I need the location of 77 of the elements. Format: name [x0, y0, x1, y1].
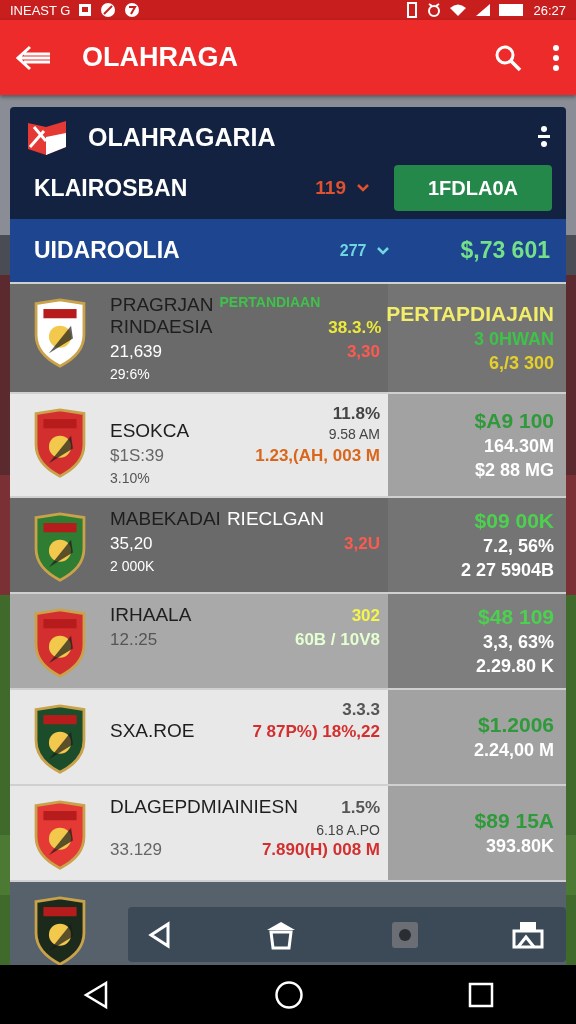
stat-text: 6.18 A.PO: [316, 821, 380, 838]
search-icon[interactable]: [494, 43, 522, 72]
stat-value: 302: [351, 605, 380, 626]
stat-value: 1.23,(AH, 003 M: [255, 445, 380, 466]
stat-text: 2 000K: [110, 557, 155, 574]
team-row[interactable]: SXA.ROE 3.3.3 7 87P%) 18%,22 $1.2006 2.24,00 M: [10, 687, 566, 784]
camera-icon[interactable]: [390, 920, 419, 949]
options-icon[interactable]: [538, 125, 550, 149]
amount-text: $,73 601: [460, 237, 550, 264]
back-icon[interactable]: [148, 920, 172, 949]
section-label: UIDAROOLIA: [34, 237, 181, 264]
back-arrow-icon[interactable]: [16, 44, 52, 71]
stat-text: 33.129: [110, 839, 162, 860]
value-text: 6,/3 300: [488, 352, 554, 374]
card-title: OLAHRAGARIA: [88, 122, 277, 152]
alarm-icon: [427, 2, 442, 18]
count-text: 277: [339, 241, 367, 260]
wifi-icon: [449, 3, 468, 17]
value-text: $2 88 MG: [474, 459, 554, 481]
carrier-text: INEAST G: [10, 2, 71, 18]
team-name: PRAGRJAN RINDAESIA: [110, 294, 214, 338]
stat-value: 3,30: [346, 341, 380, 362]
signal-icon: [475, 3, 492, 17]
stat-value: 1.5%: [341, 797, 380, 818]
value-text: 393.80K: [485, 835, 554, 857]
section-label: KLAIROSBAN: [34, 174, 189, 202]
recents-icon[interactable]: [468, 981, 494, 1008]
stat-value: 38.3.%: [328, 317, 382, 338]
value-text: 2.24,00 M: [473, 739, 554, 761]
home-icon[interactable]: [274, 979, 304, 1010]
value-text: $48 109: [478, 604, 554, 629]
team-name: MABEKADAI: [110, 507, 221, 530]
stat-value: 3.3.3: [342, 699, 380, 720]
team-row[interactable]: DLAGEPDMIAINIESN 1.5% 33.129 6.18 A.PO 7.890(H) 008 M $89 15A 393.80K: [10, 783, 566, 880]
value-text: $09 00K: [474, 508, 554, 533]
value-text: PERTAPDIAJAIN: [386, 301, 554, 326]
stat-text: $1S:39: [110, 445, 164, 466]
value-text: 3 0HWAN: [474, 328, 554, 350]
stat-value: 11.8%: [332, 403, 380, 424]
stat-value: 3,2U: [344, 533, 380, 554]
value-text: 2 27 5904B: [460, 559, 554, 581]
more-menu-icon[interactable]: [552, 43, 560, 72]
count-text: 119: [315, 177, 346, 199]
action-button[interactable]: 1FDLA0A: [394, 165, 552, 211]
notification-icon: [78, 3, 93, 17]
team-name: SXA.ROE: [110, 719, 195, 742]
caret-icon[interactable]: [376, 245, 391, 256]
stat-text: 9.58 AM: [328, 425, 380, 442]
team-name: DLAGEPDMIAINIESN: [110, 795, 298, 818]
value-text: $1.2006: [478, 712, 554, 737]
clock-text: 26:27: [533, 2, 566, 18]
stat-value: 60B / 10V8: [294, 629, 380, 650]
value-text: 7.2, 56%: [482, 535, 554, 557]
value-text: 2.29.80 K: [475, 655, 554, 677]
value-text: $89 15A: [474, 808, 554, 833]
stat-text: 21,639: [110, 341, 162, 362]
team-row[interactable]: IRHAALA 302 12.:25 60B / 10V8 $48 109 3,3, 63% 2.29.80 K: [10, 591, 566, 688]
stat-value: 7.890(H) 008 M: [261, 839, 380, 860]
stat-text: 35,20: [110, 533, 153, 554]
app-title: OLAHRAGA: [82, 42, 239, 73]
stat-text: 12.:25: [110, 629, 158, 650]
team-name: RIECLGAN: [226, 507, 324, 530]
value-text: $A9 100: [474, 408, 554, 433]
back-icon[interactable]: [82, 979, 110, 1010]
battery-icon: [499, 4, 526, 16]
value-text: 164.30M: [483, 435, 554, 457]
team-name: IRHAALA: [110, 603, 192, 626]
tag-text: PERTANDIAAN: [219, 294, 321, 310]
stat-value: 7 87P%) 18%,22: [252, 721, 380, 742]
caret-icon[interactable]: [356, 183, 370, 193]
team-name: ESOKCA: [110, 419, 190, 442]
team-row[interactable]: ESOKCA 11.8% 9.58 AM $1S:39 1.23,(AH, 003 M 3.10% $A9 100 164.30M $2 88 MG: [10, 391, 566, 496]
vibrate-icon: [405, 2, 420, 18]
stat-text: 3.10%: [110, 469, 150, 486]
stat-text: 29:6%: [110, 365, 150, 382]
value-text: 3,3, 63%: [482, 631, 554, 653]
team-row[interactable]: MABEKADAI RIECLGAN 35,20 3,2U 2 000K $09 00K 7.2, 56% 2 27 5904B: [10, 495, 566, 592]
